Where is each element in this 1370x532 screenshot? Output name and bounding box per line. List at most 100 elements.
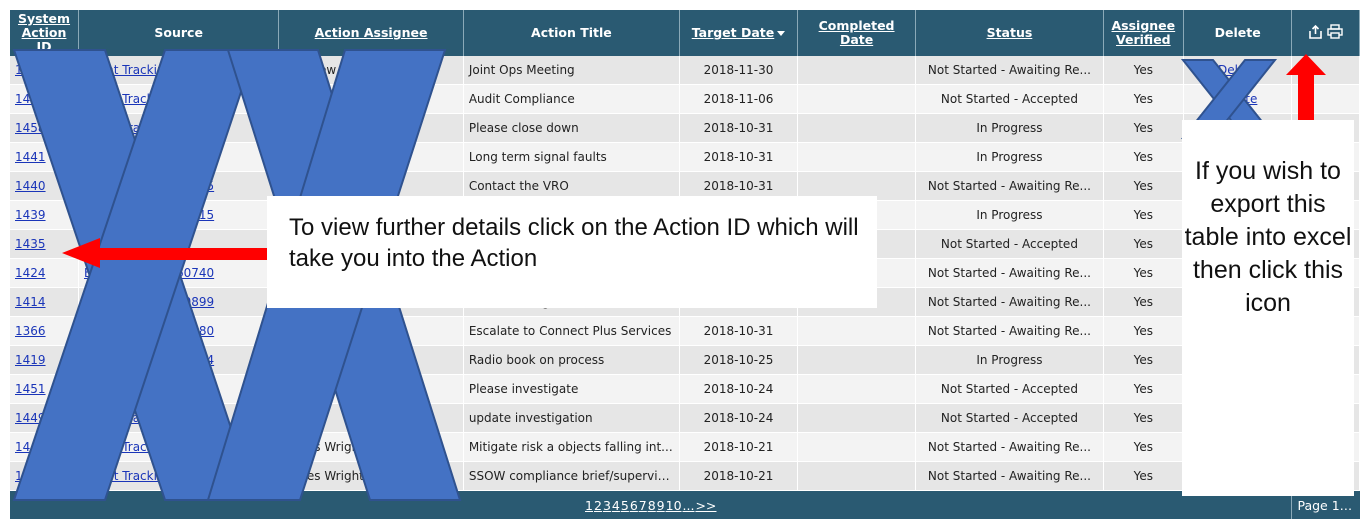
col-target-date[interactable]: Target Date (679, 10, 799, 56)
pager-link[interactable]: ... (683, 498, 695, 513)
source-cell: Event Tracking 58933 (78, 113, 280, 143)
source-link[interactable]: Event Tracking 58301 (84, 411, 214, 425)
col-action-title: Action Title (463, 10, 680, 56)
status-cell-cell: Not Started - Awaiting Re... (915, 432, 1104, 462)
table-row: 1366 Event Tracking 59080 Escalate to Conn… (10, 316, 1360, 346)
delete-link[interactable]: Delete (1218, 92, 1257, 106)
source-link[interactable]: Event Tracking 61193 (84, 63, 214, 77)
source-cell: Event Tracking 61074 (78, 345, 280, 375)
completed-date-cell-cell (797, 316, 917, 346)
source-link[interactable]: Event Tracking 61479 (84, 150, 214, 164)
verified-cell-cell: Yes (1103, 171, 1184, 201)
source-link[interactable]: Event Tracking 60921 (84, 92, 214, 106)
source-link[interactable]: Event Tracking 61215 (84, 179, 214, 193)
action-id-link[interactable]: 1414 (15, 295, 46, 309)
status-cell-cell: In Progress (915, 200, 1104, 230)
target-date-cell-cell: 2018-10-24 (679, 403, 799, 433)
source-link[interactable]: Event Tracking 59080 (84, 324, 214, 338)
action-id-link[interactable]: 1444 (15, 469, 46, 483)
table-row: 1445 Event Tracking 59391 James Wright Miti… (10, 432, 1360, 462)
source-link[interactable]: Event Tracking 61074 (84, 353, 214, 367)
completed-date-cell-cell (797, 345, 917, 375)
action-id-cell: 1463 (10, 56, 80, 85)
action-id-cell: 1439 (10, 200, 80, 230)
export-icon[interactable] (1308, 24, 1323, 43)
print-icon[interactable] (1327, 24, 1343, 42)
target-date-cell-cell: 2018-11-06 (679, 84, 799, 114)
target-date-cell-cell: 2018-10-31 (679, 142, 799, 172)
action-id-link[interactable]: 1435 (15, 237, 46, 251)
delete-cell-cell: Delete (1183, 56, 1293, 85)
status-cell-cell: Not Started - Awaiting Re... (915, 171, 1104, 201)
action-id-cell: 1445 (10, 432, 80, 462)
target-date-cell-cell: 2018-10-24 (679, 374, 799, 404)
action-id-link[interactable]: 1462 (15, 92, 46, 106)
action-id-cell: 1441 (10, 142, 80, 172)
pager-link[interactable]: 7 (639, 498, 647, 513)
source-link[interactable]: Event Tracking 61554 (84, 382, 214, 396)
source-link[interactable]: Event Tracking 60740 (84, 266, 214, 280)
verified-cell-cell: Yes (1103, 316, 1184, 346)
source-link[interactable]: Event Tracking 58933 (84, 121, 214, 135)
pager: 12345678910...>> (10, 490, 1293, 520)
action-id-link[interactable]: 1439 (15, 208, 46, 222)
col-assignee-verified[interactable]: Assignee Verified (1103, 10, 1184, 56)
action-id-link[interactable]: 1440 (15, 179, 46, 193)
title-cell-cell: SSOW compliance brief/supervis... (463, 461, 680, 491)
completed-date-cell-cell (797, 84, 917, 114)
verified-cell-cell: Yes (1103, 142, 1184, 172)
pager-link[interactable]: 3 (603, 498, 611, 513)
table-row: 1458 Event Tracking 58933 Jackson Please cl… (10, 113, 1360, 143)
pager-link[interactable]: 2 (594, 498, 602, 513)
pager-link[interactable]: 10 (666, 498, 682, 513)
verified-cell-cell: Yes (1103, 461, 1184, 491)
assignee-cell-cell: Charlotte Taylor (278, 84, 464, 114)
pager-link[interactable]: 6 (630, 498, 638, 513)
action-id-link[interactable]: 1463 (15, 63, 46, 77)
verified-cell-cell: Yes (1103, 229, 1184, 259)
action-id-link[interactable]: 1451 (15, 382, 46, 396)
pager-link[interactable]: 1 (585, 498, 593, 513)
action-id-link[interactable]: 1449 (15, 411, 46, 425)
delete-link[interactable]: Delete (1218, 63, 1257, 77)
target-date-cell-cell: 2018-11-30 (679, 56, 799, 85)
completed-date-cell-cell (797, 461, 917, 491)
source-cell: Event Tracking 61193 (78, 56, 280, 85)
verified-cell-cell: Yes (1103, 258, 1184, 288)
verified-cell-cell: Yes (1103, 56, 1184, 85)
source-link[interactable]: Event Tracking 59391 (84, 440, 214, 454)
action-id-link[interactable]: 1441 (15, 150, 46, 164)
action-id-link[interactable]: 1458 (15, 121, 46, 135)
assignee-cell-cell: James Wright (278, 461, 464, 491)
col-system-action-id[interactable]: System Action ID (10, 10, 80, 56)
tools-cell (1291, 56, 1360, 85)
action-id-link[interactable]: 1445 (15, 440, 46, 454)
pager-link[interactable]: 9 (657, 498, 665, 513)
action-id-link[interactable]: 1424 (15, 266, 46, 280)
col-tools (1291, 10, 1360, 56)
pager-link[interactable]: >> (695, 498, 716, 513)
action-id-cell: 1440 (10, 171, 80, 201)
pager-link[interactable]: 5 (621, 498, 629, 513)
source-link[interactable]: Event Tracking 61215 (84, 208, 214, 222)
assignee-cell-cell (278, 345, 464, 375)
col-action-assignee[interactable]: Action Assignee (278, 10, 464, 56)
completed-date-cell-cell (797, 142, 917, 172)
col-status[interactable]: Status (915, 10, 1104, 56)
header-row: System Action ID Source Action Assignee … (10, 10, 1360, 56)
source-cell: Event Tracking 60899 (78, 287, 280, 317)
source-link[interactable]: Event Tracking 60899 (84, 295, 214, 309)
pager-row: 12345678910...>> Page 1 of 14 (10, 490, 1360, 520)
action-id-link[interactable]: 1419 (15, 353, 46, 367)
source-cell: Event Tracking 59080 (78, 316, 280, 346)
source-link[interactable]: Event Tracking 59391 (84, 469, 214, 483)
verified-cell-cell: Yes (1103, 287, 1184, 317)
status-cell-cell: In Progress (915, 345, 1104, 375)
col-completed-date[interactable]: Completed Date (797, 10, 917, 56)
verified-cell-cell: Yes (1103, 345, 1184, 375)
pager-link[interactable]: 4 (612, 498, 620, 513)
completed-date-cell-cell (797, 432, 917, 462)
status-cell-cell: Not Started - Accepted (915, 403, 1104, 433)
action-id-link[interactable]: 1366 (15, 324, 46, 338)
pager-link[interactable]: 8 (648, 498, 656, 513)
